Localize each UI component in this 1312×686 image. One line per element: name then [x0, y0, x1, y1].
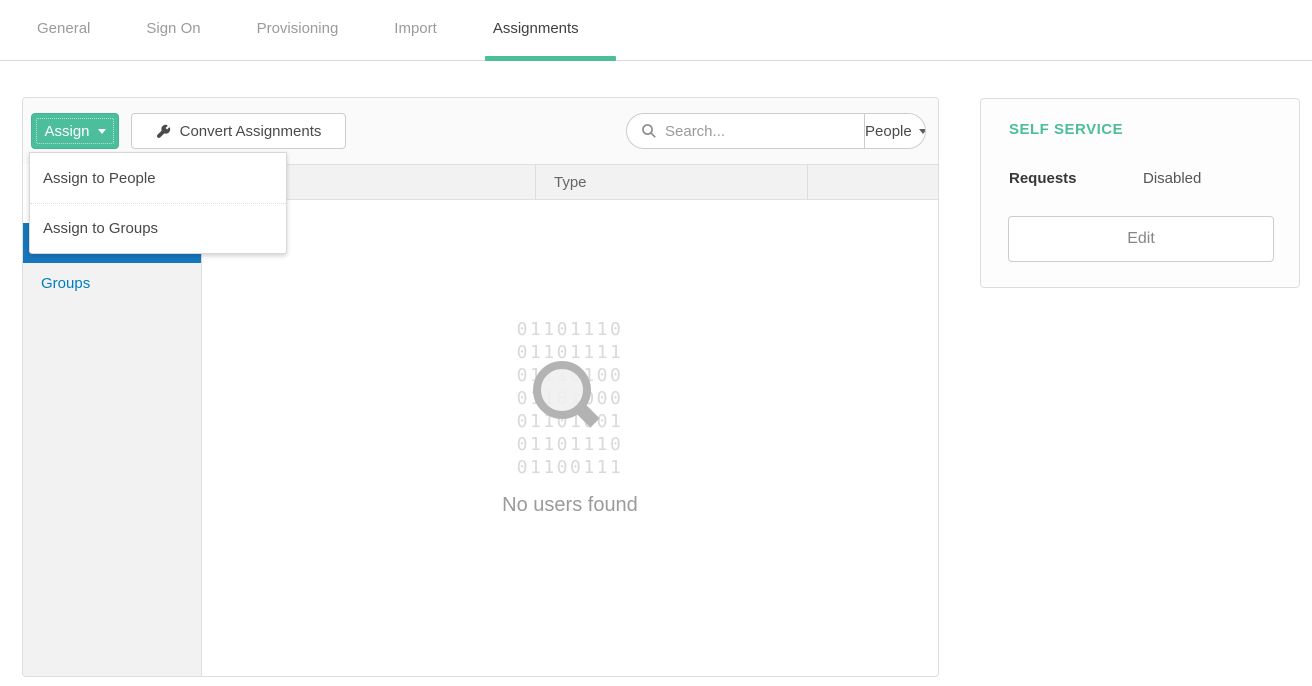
- column-header-type: Type: [535, 165, 807, 199]
- empty-state-message: No users found: [502, 494, 638, 517]
- assignments-table-header: Type: [202, 164, 938, 200]
- magnifier-icon: [518, 346, 618, 446]
- sidebar-item-groups-label: Groups: [41, 275, 90, 292]
- column-header-actions: [807, 165, 938, 199]
- search-group: People: [626, 113, 926, 149]
- requests-value: Disabled: [1143, 170, 1201, 187]
- chevron-down-icon: [919, 129, 926, 134]
- focus-outline: [36, 118, 114, 144]
- self-service-card: SELF SERVICE Requests Disabled Edit: [980, 98, 1300, 288]
- search-icon: [641, 123, 657, 139]
- empty-state-illustration: 01101110 01101111 01110100 01101000 0110…: [517, 318, 624, 479]
- active-tab-underline: [485, 56, 616, 61]
- search-box: [627, 114, 864, 148]
- tab-assignments[interactable]: Assignments: [493, 20, 579, 37]
- sidebar-item-groups[interactable]: Groups: [23, 263, 201, 303]
- wrench-icon: [156, 124, 171, 139]
- tab-provisioning[interactable]: Provisioning: [257, 20, 339, 37]
- search-input[interactable]: [665, 123, 864, 140]
- self-service-title: SELF SERVICE: [1009, 121, 1123, 138]
- sidebar-background: [23, 263, 201, 676]
- binary-line: 01100111: [517, 456, 624, 479]
- assignments-table-body: 01101110 01101111 01110100 01101000 0110…: [202, 200, 938, 676]
- requests-label: Requests: [1009, 170, 1077, 187]
- edit-button[interactable]: Edit: [1008, 216, 1274, 262]
- search-scope-label: People: [865, 123, 912, 140]
- tab-import[interactable]: Import: [394, 20, 437, 37]
- assign-dropdown-menu: Assign to People Assign to Groups: [29, 152, 287, 254]
- assign-button[interactable]: Assign: [31, 113, 119, 149]
- app-tabs: General Sign On Provisioning Import Assi…: [37, 20, 579, 37]
- tab-sign-on[interactable]: Sign On: [146, 20, 200, 37]
- convert-assignments-button[interactable]: Convert Assignments: [131, 113, 346, 149]
- menu-item-assign-to-people[interactable]: Assign to People: [30, 153, 286, 203]
- tab-general[interactable]: General: [37, 20, 90, 37]
- search-scope-dropdown[interactable]: People: [864, 114, 926, 148]
- menu-item-assign-to-groups[interactable]: Assign to Groups: [30, 203, 286, 253]
- tabs-divider: [0, 60, 1312, 61]
- convert-assignments-label: Convert Assignments: [180, 123, 322, 140]
- binary-line: 01101110: [517, 318, 624, 341]
